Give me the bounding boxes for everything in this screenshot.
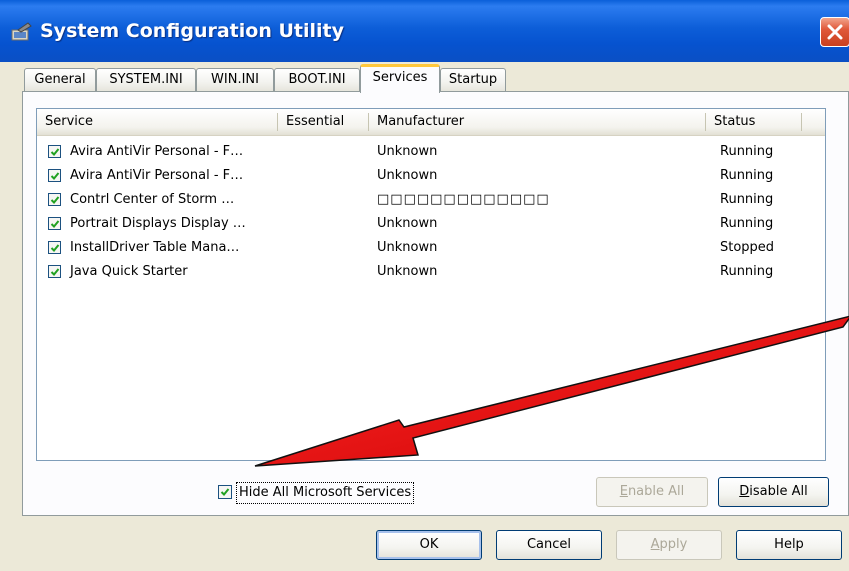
column-header-service[interactable]: Service: [37, 109, 277, 135]
title-bar[interactable]: System Configuration Utility: [0, 0, 849, 62]
list-header: Service Essential Manufacturer Status: [37, 109, 825, 136]
disable-all-button[interactable]: Disable All: [718, 477, 829, 507]
service-row[interactable]: Contrl Center of Storm … □□□□□□□□□□□□□ R…: [37, 188, 825, 212]
service-row[interactable]: Avira AntiVir Personal - F… Unknown Runn…: [37, 140, 825, 164]
tab-win-ini[interactable]: WIN.INI: [196, 68, 274, 91]
checkmark-icon: [50, 196, 60, 204]
help-button[interactable]: Help: [736, 530, 842, 560]
cancel-button[interactable]: Cancel: [496, 530, 602, 560]
column-separator[interactable]: [801, 113, 802, 131]
service-checkbox[interactable]: [48, 265, 61, 278]
service-manufacturer: Unknown: [377, 264, 438, 279]
service-status: Running: [720, 168, 774, 183]
service-name: Avira AntiVir Personal - F…: [70, 168, 244, 183]
close-icon: [827, 24, 843, 40]
service-name: Java Quick Starter: [70, 264, 188, 279]
service-checkbox[interactable]: [48, 193, 61, 206]
tab-boot-ini[interactable]: BOOT.INI: [274, 68, 360, 91]
service-name: Contrl Center of Storm …: [70, 192, 235, 207]
checkmark-icon: [50, 268, 60, 276]
system-configuration-window: System Configuration Utility General SYS…: [0, 0, 849, 571]
ok-button[interactable]: OK: [376, 530, 482, 560]
enable-all-accelerator: E: [619, 484, 628, 499]
hide-microsoft-services-label[interactable]: Hide All Microsoft Services: [236, 482, 415, 504]
service-name: InstallDriver Table Mana…: [70, 240, 240, 255]
service-manufacturer: □□□□□□□□□□□□□: [377, 192, 550, 207]
service-status: Stopped: [720, 240, 775, 255]
service-status: Running: [720, 264, 774, 279]
column-header-manufacturer[interactable]: Manufacturer: [369, 109, 705, 135]
checkmark-icon: [50, 220, 60, 228]
disable-all-accelerator: D: [739, 484, 750, 499]
checkmark-icon: [50, 172, 60, 180]
column-header-status[interactable]: Status: [706, 109, 801, 135]
service-manufacturer: Unknown: [377, 144, 438, 159]
checkmark-icon: [50, 244, 60, 252]
apply-label: pply: [659, 537, 688, 552]
disable-all-label: isable All: [749, 484, 808, 499]
column-header-essential[interactable]: Essential: [278, 109, 368, 135]
hide-microsoft-services-checkbox[interactable]: [218, 485, 232, 499]
service-manufacturer: Unknown: [377, 240, 438, 255]
enable-all-button[interactable]: Enable All: [596, 477, 708, 507]
checkmark-icon: [220, 488, 230, 496]
tab-general[interactable]: General: [24, 68, 96, 91]
tab-system-ini[interactable]: SYSTEM.INI: [96, 68, 196, 91]
service-checkbox[interactable]: [48, 169, 61, 182]
service-name: Portrait Displays Display …: [70, 216, 246, 231]
service-checkbox[interactable]: [48, 241, 61, 254]
service-status: Running: [720, 144, 774, 159]
service-checkbox[interactable]: [48, 145, 61, 158]
tab-startup[interactable]: Startup: [440, 68, 506, 91]
apply-accelerator: A: [650, 537, 660, 552]
service-manufacturer: Unknown: [377, 216, 438, 231]
close-button[interactable]: [820, 17, 849, 47]
service-row[interactable]: InstallDriver Table Mana… Unknown Stoppe…: [37, 236, 825, 260]
apply-button[interactable]: Apply: [616, 530, 722, 560]
enable-all-label: nable All: [627, 484, 685, 499]
msconfig-icon: [10, 22, 32, 42]
service-status: Running: [720, 192, 774, 207]
service-row[interactable]: Portrait Displays Display … Unknown Runn…: [37, 212, 825, 236]
service-name: Avira AntiVir Personal - F…: [70, 144, 244, 159]
service-row[interactable]: Avira AntiVir Personal - F… Unknown Runn…: [37, 164, 825, 188]
service-manufacturer: Unknown: [377, 168, 438, 183]
checkmark-icon: [50, 148, 60, 156]
service-row[interactable]: Java Quick Starter Unknown Running: [37, 260, 825, 284]
window-title: System Configuration Utility: [40, 20, 344, 42]
service-checkbox[interactable]: [48, 217, 61, 230]
service-status: Running: [720, 216, 774, 231]
services-list[interactable]: Service Essential Manufacturer Status Av…: [36, 108, 826, 461]
tab-services[interactable]: Services: [360, 64, 440, 93]
